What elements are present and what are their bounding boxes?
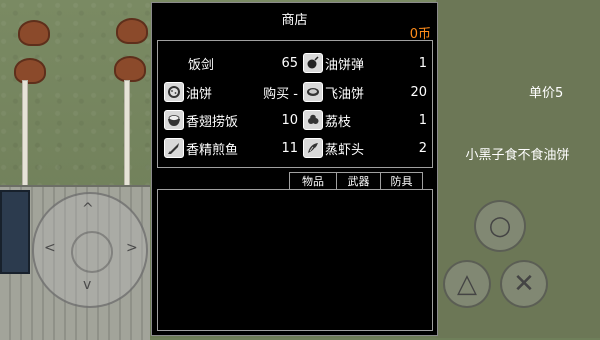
item-value: 1 xyxy=(418,112,427,128)
dpad-center xyxy=(71,231,113,273)
item-value: 1 xyxy=(418,55,427,71)
item-name: 飞油饼 xyxy=(325,86,365,102)
fence-post xyxy=(22,80,28,188)
dpad[interactable]: ^ v < > xyxy=(32,192,148,308)
triangle-button[interactable]: △ xyxy=(443,260,491,308)
fence-post xyxy=(124,80,130,188)
dpad-up-icon[interactable]: ^ xyxy=(82,202,94,216)
cross-button[interactable]: ✕ xyxy=(500,260,548,308)
item-value: 65 xyxy=(281,55,298,71)
shop-item[interactable]: 荔枝 1 xyxy=(303,108,429,132)
item-name: 香翅捞饭 xyxy=(186,114,239,130)
item-name: 荔枝 xyxy=(325,114,352,130)
item-value: 购买 - xyxy=(263,86,298,102)
tree-stump xyxy=(114,56,146,82)
item-name: 蒸虾头 xyxy=(325,142,365,158)
tab-armor[interactable]: 防具 xyxy=(380,172,423,189)
pancake-bomb-icon xyxy=(303,53,323,73)
inventory-list[interactable] xyxy=(157,189,433,331)
shrimp-icon xyxy=(303,138,323,158)
shop-item-grid: 饭剑 65 油饼弹 1 油饼 购买 - 飞油饼 20 香翅捞饭 10 荔枝 1 … xyxy=(157,40,433,168)
item-name: 饭剑 xyxy=(188,57,215,73)
circle-icon: ○ xyxy=(488,211,512,241)
fish-icon xyxy=(164,138,184,158)
shop-panel: 商店 0币 饭剑 65 油饼弹 1 油饼 购买 - 飞油饼 20 香翅捞饭 10… xyxy=(151,2,438,336)
item-description: 小黑子食不食油饼 xyxy=(465,148,570,163)
tab-weapons[interactable]: 武器 xyxy=(336,172,381,189)
shop-item[interactable]: 饭剑 65 xyxy=(188,51,298,75)
pancake-icon xyxy=(164,82,184,102)
dpad-left-icon[interactable]: < xyxy=(44,241,56,255)
category-tabs: 物品 武器 防具 xyxy=(289,172,423,189)
shop-item[interactable]: 香翅捞饭 10 xyxy=(164,108,298,132)
circle-button[interactable]: ○ xyxy=(474,200,526,252)
shop-item[interactable]: 飞油饼 20 xyxy=(303,80,429,104)
item-name: 油饼 xyxy=(186,86,213,102)
shop-item[interactable]: 蒸虾头 2 xyxy=(303,136,429,160)
shop-item[interactable]: 油饼弹 1 xyxy=(303,51,429,75)
item-value: 2 xyxy=(418,140,427,156)
tree-stump xyxy=(18,20,50,46)
tree-stump xyxy=(116,18,148,44)
flying-pancake-icon xyxy=(303,82,323,102)
cross-icon: ✕ xyxy=(513,269,535,299)
rice-bowl-icon xyxy=(164,110,184,130)
lychee-icon xyxy=(303,110,323,130)
item-value: 11 xyxy=(281,140,298,156)
item-name: 油饼弹 xyxy=(325,57,365,73)
triangle-icon: △ xyxy=(457,269,477,299)
item-value: 20 xyxy=(410,84,427,100)
dpad-right-icon[interactable]: > xyxy=(126,241,138,255)
dpad-down-icon[interactable]: v xyxy=(83,278,91,292)
blue-object xyxy=(0,190,30,274)
item-name: 香精煎鱼 xyxy=(186,142,239,158)
item-value: 10 xyxy=(281,112,298,128)
shop-item[interactable]: 香精煎鱼 11 xyxy=(164,136,298,160)
shop-title: 商店 xyxy=(281,13,308,28)
tree-stump xyxy=(14,58,46,84)
unit-price: 单价5 xyxy=(529,86,564,101)
tab-items[interactable]: 物品 xyxy=(289,172,337,189)
shop-item[interactable]: 油饼 购买 - xyxy=(164,80,298,104)
